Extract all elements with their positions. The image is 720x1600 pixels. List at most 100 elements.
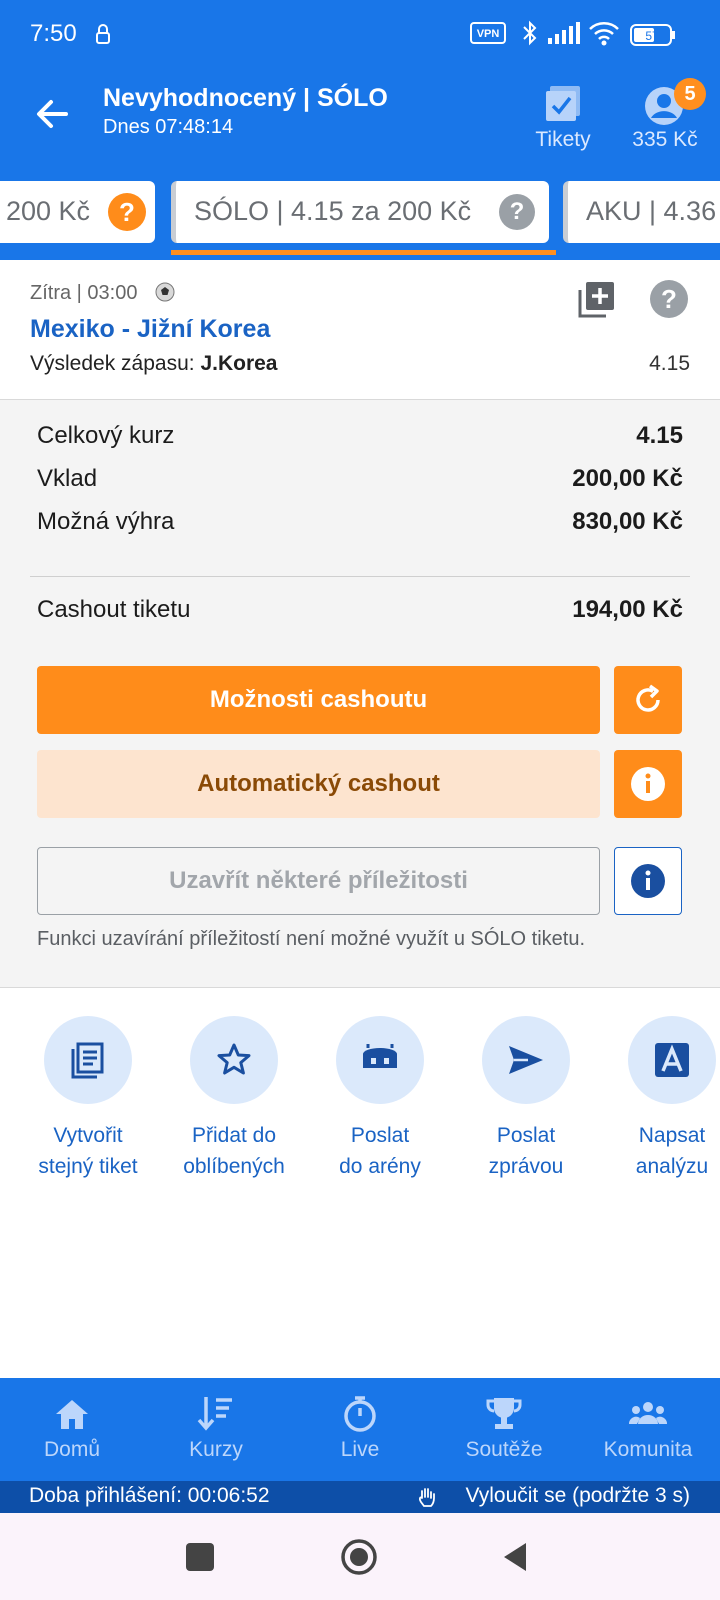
cash-question-icon: ? — [108, 193, 146, 231]
account-button[interactable]: 5 335 Kč — [620, 78, 710, 158]
action-label: Poslat do arény — [307, 1120, 453, 1182]
star-icon — [217, 1043, 251, 1075]
nav-label: Soutěže — [465, 1438, 543, 1461]
football-icon — [155, 282, 175, 302]
match-result: Výsledek zápasu: J.Korea — [30, 352, 278, 376]
signal-icon — [548, 22, 580, 49]
tickets-icon — [546, 86, 580, 121]
tab-aku[interactable]: AKU | 4.36 — [563, 181, 720, 243]
close-opportunities-button[interactable]: Uzavřít některé příležitosti — [37, 847, 600, 915]
session-bar: Doba přihlášení: 00:06:52 Vyloučit se (p… — [0, 1481, 720, 1513]
stake-value: 200,00 Kč — [572, 465, 683, 492]
total-odds-label: Celkový kurz — [37, 422, 175, 449]
possible-win-label: Možná výhra — [37, 508, 175, 535]
match-name[interactable]: Mexiko - Jižní Korea — [30, 315, 270, 344]
balance-label: 335 Kč — [632, 128, 698, 151]
home-system-button[interactable] — [340, 1538, 378, 1581]
tab-previous-ticket[interactable]: 200 Kč ? — [0, 181, 155, 243]
nav-community[interactable]: Komunita — [576, 1378, 720, 1481]
stadium-icon — [363, 1044, 397, 1068]
back-arrow-icon[interactable] — [30, 92, 74, 136]
tickets-button[interactable]: Tikety — [518, 78, 608, 158]
stake-label: Vklad — [37, 465, 98, 492]
login-duration: Doba přihlášení: 00:06:52 — [29, 1484, 270, 1507]
action-label-line: Napsat — [638, 1124, 706, 1147]
tab-label: 200 Kč — [6, 196, 91, 226]
stopwatch-icon — [344, 1396, 376, 1432]
page-title: Nevyhodnocený | SÓLO — [103, 84, 388, 112]
ticket-actions: Vytvořit stejný tiket Přidat do oblíbený… — [0, 988, 720, 1378]
nav-label: Domů — [43, 1438, 101, 1461]
nav-label: Kurzy — [189, 1438, 243, 1461]
nav-label: Live — [340, 1438, 380, 1461]
analysis-icon — [655, 1043, 689, 1077]
cashout-label: Cashout tiketu — [37, 596, 191, 623]
help-icon[interactable]: ? — [499, 194, 535, 230]
close-opportunities-info-button[interactable] — [614, 847, 682, 915]
hand-stop-icon — [418, 1486, 436, 1514]
refresh-button[interactable] — [614, 666, 682, 734]
info-icon — [631, 864, 665, 898]
action-label-line: zprávou — [488, 1155, 564, 1178]
action-label-line: Přidat do — [191, 1124, 277, 1147]
add-box-icon[interactable] — [578, 280, 616, 323]
refresh-icon — [636, 684, 660, 712]
home-icon — [56, 1400, 88, 1429]
active-tab-indicator — [171, 250, 556, 255]
match-odd: 4.15 — [649, 352, 690, 375]
tab-solo[interactable]: SÓLO | 4.15 za 200 Kč ? — [171, 181, 549, 243]
help-icon[interactable]: ? — [650, 280, 688, 318]
send-icon — [509, 1046, 543, 1074]
status-bar: 7:50 VPN 57 — [0, 0, 720, 70]
back-system-button[interactable] — [502, 1541, 528, 1578]
action-label-line: Vytvořit — [53, 1124, 123, 1147]
cashout-options-button[interactable]: Možnosti cashoutu — [37, 666, 600, 734]
ticket-tabs: 200 Kč ? SÓLO | 4.15 za 200 Kč ? AKU | 4… — [0, 175, 720, 260]
info-icon — [631, 767, 665, 801]
action-label-line: stejný tiket — [38, 1155, 138, 1178]
battery-icon: 57 — [630, 24, 676, 51]
nav-home[interactable]: Domů — [0, 1378, 144, 1481]
nav-live[interactable]: Live — [288, 1378, 432, 1481]
vpn-icon: VPN — [470, 22, 506, 49]
match-time-text: Zítra | 03:00 — [30, 282, 138, 304]
action-label-line: Poslat — [496, 1124, 556, 1147]
action-label-line: oblíbených — [183, 1155, 285, 1178]
battery-level: 57 — [645, 29, 659, 43]
tab-label: SÓLO | 4.15 za 200 Kč — [194, 196, 472, 226]
nav-label: Komunita — [603, 1438, 693, 1461]
action-label: Napsat analýzu — [599, 1120, 720, 1182]
action-circle — [482, 1016, 570, 1104]
match-time: Zítra | 03:00 — [30, 282, 175, 305]
wifi-icon — [588, 20, 620, 51]
self-exclude-button[interactable]: Vyloučit se (podržte 3 s) — [466, 1484, 690, 1508]
total-odds-value: 4.15 — [636, 422, 683, 449]
bottom-navigation: Domů Kurzy Live Soutěže Komunita — [0, 1378, 720, 1481]
solo-note: Funkci uzavírání příležitostí není možné… — [37, 928, 586, 950]
ticket-summary: Celkový kurz 4.15 Vklad 200,00 Kč Možná … — [0, 400, 720, 988]
action-label-line: Poslat — [350, 1124, 410, 1147]
match-card: Zítra | 03:00 Mexiko - Jižní Korea Výsle… — [0, 260, 720, 400]
community-icon — [628, 1402, 668, 1424]
action-label: Přidat do oblíbených — [161, 1120, 307, 1182]
nav-competitions[interactable]: Soutěže — [432, 1378, 576, 1481]
trophy-icon — [486, 1398, 522, 1429]
total-odds-row: Celkový kurz 4.15 — [37, 422, 683, 452]
cashout-row: Cashout tiketu 194,00 Kč — [37, 596, 683, 626]
cashout-value: 194,00 Kč — [572, 596, 683, 623]
recents-button[interactable] — [186, 1543, 214, 1571]
possible-win-value: 830,00 Kč — [572, 508, 683, 535]
tickets-label: Tikety — [535, 128, 591, 151]
system-navigation-bar — [0, 1513, 720, 1600]
result-label: Výsledek zápasu: — [30, 352, 195, 375]
nav-odds[interactable]: Kurzy — [144, 1378, 288, 1481]
auto-cashout-button[interactable]: Automatický cashout — [37, 750, 600, 818]
vpn-label: VPN — [477, 28, 500, 40]
document-copy-icon — [71, 1042, 104, 1079]
tab-label: AKU | 4.36 — [586, 196, 717, 226]
auto-cashout-info-button[interactable] — [614, 750, 682, 818]
divider — [30, 576, 690, 577]
result-value: J.Korea — [200, 352, 278, 375]
odds-sort-icon — [197, 1397, 232, 1431]
action-circle — [628, 1016, 716, 1104]
